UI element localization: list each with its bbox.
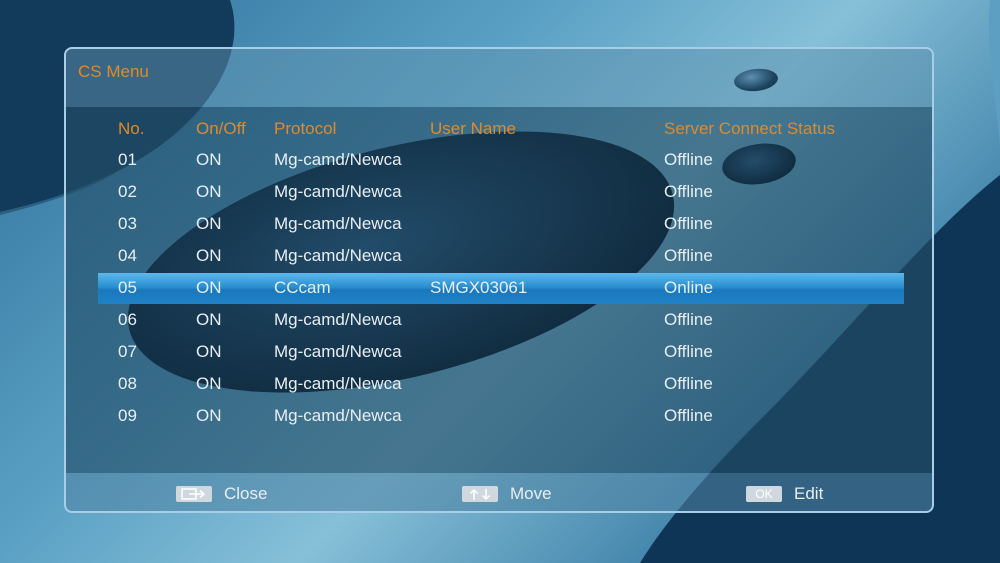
row-status: Offline xyxy=(664,374,713,393)
row-no: 06 xyxy=(118,310,137,329)
row-on-off: ON xyxy=(196,214,222,233)
row-no: 09 xyxy=(118,406,137,425)
decorative-bubble-icon xyxy=(732,66,780,94)
row-on-off: ON xyxy=(196,342,222,361)
row-no: 08 xyxy=(118,374,137,393)
row-status: Offline xyxy=(664,310,713,329)
row-status: Offline xyxy=(664,246,713,265)
edit-label: Edit xyxy=(794,484,824,503)
table-row[interactable]: 06 ON Mg-camd/Newca Offline xyxy=(66,305,932,335)
ok-key-icon: OK xyxy=(746,486,782,502)
table-row[interactable]: 01 ON Mg-camd/Newca Offline xyxy=(66,145,932,175)
row-no: 04 xyxy=(118,246,137,265)
table-row[interactable]: 07 ON Mg-camd/Newca Offline xyxy=(66,337,932,367)
row-status: Offline xyxy=(664,406,713,425)
row-status: Offline xyxy=(664,342,713,361)
table-row[interactable]: 04 ON Mg-camd/Newca Offline xyxy=(66,241,932,271)
row-user-name: SMGX03061 xyxy=(430,278,528,297)
header-user-name: User Name xyxy=(430,119,516,138)
row-on-off: ON xyxy=(196,182,222,201)
title-bar: CS Menu xyxy=(66,49,932,107)
table-row[interactable]: 02 ON Mg-camd/Newca Offline xyxy=(66,177,932,207)
header-server-connect-status: Server Connect Status xyxy=(664,119,836,138)
table-row[interactable]: 08 ON Mg-camd/Newca Offline xyxy=(66,369,932,399)
table-row[interactable]: 09 ON Mg-camd/Newca Offline xyxy=(66,401,932,431)
row-protocol: Mg-camd/Newca xyxy=(274,214,402,233)
row-protocol: Mg-camd/Newca xyxy=(274,406,402,425)
row-on-off: ON xyxy=(196,246,222,265)
exit-key-icon xyxy=(176,486,212,502)
arrow-keys-icon xyxy=(462,486,498,502)
row-on-off: ON xyxy=(196,278,222,297)
row-protocol: Mg-camd/Newca xyxy=(274,150,402,169)
table-row[interactable]: 03 ON Mg-camd/Newca Offline xyxy=(66,209,932,239)
row-status: Offline xyxy=(664,214,713,233)
row-protocol: Mg-camd/Newca xyxy=(274,182,402,201)
row-no: 07 xyxy=(118,342,137,361)
row-protocol: Mg-camd/Newca xyxy=(274,246,402,265)
move-hint[interactable]: Move xyxy=(462,484,552,504)
table-row-selected[interactable]: 05 ON CCcam SMGX03061 Online xyxy=(66,273,932,304)
header-on-off: On/Off xyxy=(196,119,246,138)
close-label: Close xyxy=(224,484,268,503)
footer-hint-bar: Close Move OK Edit xyxy=(66,473,932,511)
cs-menu-panel: CS Menu No. On/Off Protocol User Name Se… xyxy=(64,47,934,513)
row-status: Offline xyxy=(664,182,713,201)
header-no: No. xyxy=(118,119,145,138)
row-on-off: ON xyxy=(196,310,222,329)
menu-title: CS Menu xyxy=(78,62,149,81)
row-on-off: ON xyxy=(196,150,222,169)
row-protocol: Mg-camd/Newca xyxy=(274,342,402,361)
row-on-off: ON xyxy=(196,406,222,425)
edit-hint[interactable]: OK Edit xyxy=(746,484,823,504)
header-protocol: Protocol xyxy=(274,119,337,138)
row-status: Online xyxy=(664,278,714,297)
row-protocol: CCcam xyxy=(274,278,331,297)
row-no: 05 xyxy=(118,278,137,297)
move-label: Move xyxy=(510,484,552,503)
row-no: 03 xyxy=(118,214,137,233)
row-on-off: ON xyxy=(196,374,222,393)
close-hint[interactable]: Close xyxy=(176,484,267,504)
row-protocol: Mg-camd/Newca xyxy=(274,374,402,393)
row-status: Offline xyxy=(664,150,713,169)
row-no: 01 xyxy=(118,150,137,169)
row-protocol: Mg-camd/Newca xyxy=(274,310,402,329)
row-no: 02 xyxy=(118,182,137,201)
table-header: No. On/Off Protocol User Name Server Con… xyxy=(66,114,932,144)
